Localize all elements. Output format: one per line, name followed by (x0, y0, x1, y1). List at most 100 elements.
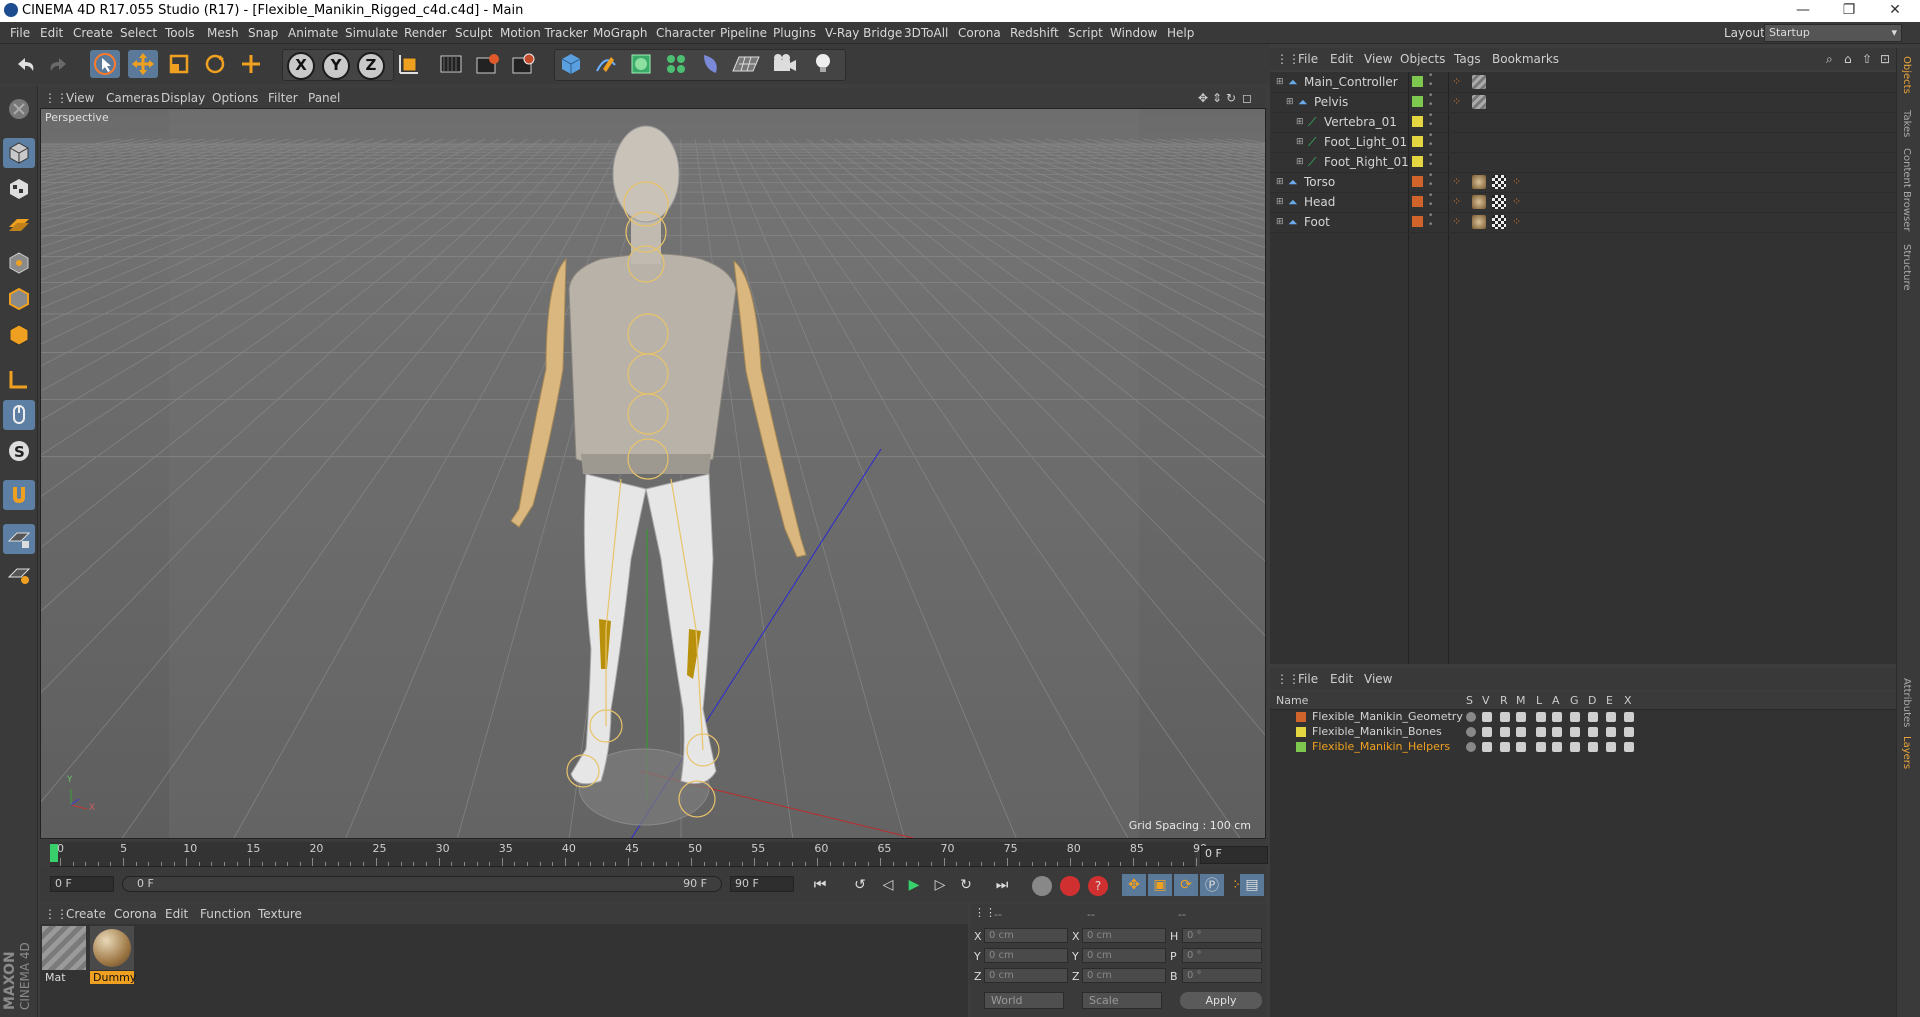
visibility-dots-icon[interactable]: • • (1428, 132, 1433, 150)
texture-tag-icon[interactable] (1472, 175, 1486, 189)
deformer-icon[interactable] (696, 50, 726, 78)
layer-color-swatch[interactable] (1412, 76, 1423, 87)
om-menu-tags[interactable]: Tags (1454, 52, 1481, 66)
viewport-rotate-icon[interactable]: ↻ (1226, 91, 1236, 105)
render-view-icon[interactable] (436, 50, 466, 78)
key-rotation-icon[interactable]: ⟳ (1174, 874, 1198, 896)
ik-tag-icon[interactable]: ⁘ (1512, 175, 1526, 189)
tab-objects[interactable]: Objects (1901, 56, 1912, 94)
animation-toggle-icon[interactable] (1552, 727, 1562, 737)
layer-color-swatch[interactable] (1412, 176, 1423, 187)
solo-toggle-icon[interactable] (1466, 742, 1476, 752)
menu-edit[interactable]: Edit (40, 26, 63, 40)
layer-row[interactable]: Flexible_Manikin_Helpers (1270, 740, 1896, 755)
xref-toggle-icon[interactable] (1624, 712, 1634, 722)
key-parameter-icon[interactable]: Ⓟ (1200, 874, 1224, 896)
layout-select[interactable]: Startup ▾ (1764, 24, 1902, 42)
tab-structure[interactable]: Structure (1901, 244, 1912, 291)
xref-toggle-icon[interactable] (1624, 742, 1634, 752)
lock-icon[interactable] (1536, 742, 1546, 752)
layer-row[interactable]: Flexible_Manikin_Bones (1270, 725, 1896, 740)
menu-file[interactable]: File (10, 26, 30, 40)
timeline-ruler[interactable]: 051015202530354045505560657075808590 0 F (40, 840, 1268, 868)
viewport-dolly-icon[interactable]: ⇕ (1212, 91, 1222, 105)
workplane-snap-icon[interactable] (3, 560, 35, 590)
camera-icon[interactable] (770, 50, 800, 78)
go-to-start-icon[interactable]: ⏮ (808, 874, 832, 896)
expand-toggle-icon[interactable]: ⊞ (1276, 177, 1284, 187)
render-toggle-icon[interactable] (1500, 712, 1510, 722)
start-frame-field[interactable]: 0 F (50, 876, 114, 892)
light-icon[interactable] (808, 50, 838, 78)
om-search-icon[interactable]: ⌕ (1826, 52, 1833, 67)
texture-tag-icon[interactable] (1472, 195, 1486, 209)
deformers-toggle-icon[interactable] (1588, 727, 1598, 737)
key-position-icon[interactable]: ✥ (1122, 874, 1146, 896)
solo-toggle-icon[interactable] (1466, 727, 1476, 737)
tab-layers[interactable]: Layers (1901, 736, 1912, 769)
move-icon[interactable] (128, 50, 158, 78)
menu-simulate[interactable]: Simulate (345, 26, 398, 40)
select-arrow-icon[interactable] (90, 50, 120, 78)
rotate-icon[interactable] (200, 50, 230, 78)
expand-toggle-icon[interactable]: ⊞ (1296, 137, 1304, 147)
frame-range-slider[interactable]: 0 F 90 F (122, 876, 722, 892)
world-coordinates-icon[interactable] (394, 50, 424, 78)
view-eye-icon[interactable] (1482, 712, 1492, 722)
layer-color-swatch[interactable] (1412, 196, 1423, 207)
menu-sculpt[interactable]: Sculpt (455, 26, 492, 40)
material-menu-function[interactable]: Function (200, 907, 251, 921)
deformers-toggle-icon[interactable] (1588, 712, 1598, 722)
menu-snap[interactable]: Snap (248, 26, 278, 40)
expand-toggle-icon[interactable]: ⊞ (1296, 117, 1304, 127)
tab-takes[interactable]: Takes (1901, 110, 1912, 137)
om-menu-bookmarks[interactable]: Bookmarks (1492, 52, 1559, 66)
polygons-mode-icon[interactable] (3, 320, 35, 350)
weight-tag-icon[interactable] (1492, 195, 1506, 209)
make-editable-icon[interactable] (3, 94, 35, 124)
om-new-view-icon[interactable]: ⊡ (1880, 52, 1890, 66)
viewport-menu-filter[interactable]: Filter (268, 91, 298, 105)
record-active-objects-icon[interactable] (1060, 876, 1080, 896)
ik-tag-icon[interactable]: ⁘ (1452, 75, 1466, 89)
view-eye-icon[interactable] (1482, 727, 1492, 737)
pen-spline-icon[interactable] (591, 50, 621, 78)
go-to-end-icon[interactable]: ⏭ (990, 874, 1014, 896)
edges-mode-icon[interactable] (3, 284, 35, 314)
menu-vray-bridge[interactable]: V-Ray Bridge (825, 26, 902, 40)
coords-size-x-field[interactable]: 0 cm (1082, 928, 1166, 943)
coords-mode-select[interactable]: World (984, 992, 1064, 1009)
floor-icon[interactable] (731, 50, 761, 78)
deformers-toggle-icon[interactable] (1588, 742, 1598, 752)
viewport-maximize-icon[interactable]: ◻ (1242, 91, 1252, 105)
viewport-menu-panel[interactable]: Panel (308, 91, 340, 105)
material-menu-create[interactable]: Create (66, 907, 106, 921)
layer-color-swatch[interactable] (1296, 712, 1306, 722)
redo-icon[interactable] (44, 50, 74, 78)
material-menu-texture[interactable]: Texture (258, 907, 302, 921)
manager-toggle-icon[interactable] (1516, 742, 1526, 752)
menu-script[interactable]: Script (1068, 26, 1103, 40)
texture-mode-icon[interactable] (3, 174, 35, 204)
expand-toggle-icon[interactable]: ⊞ (1276, 197, 1284, 207)
menu-character[interactable]: Character (656, 26, 715, 40)
viewport-menu-display[interactable]: Display (161, 91, 205, 105)
menu-create[interactable]: Create (73, 26, 113, 40)
grid-lock-icon[interactable] (3, 524, 35, 554)
object-row[interactable]: ⊞ ⏶ Main_Controller • • ⁘ (1270, 72, 1896, 93)
end-frame-field[interactable]: 90 F (730, 876, 794, 892)
protection-tag-icon[interactable]: ⁘ (1452, 195, 1466, 209)
layer-color-swatch[interactable] (1412, 136, 1423, 147)
menu-window[interactable]: Window (1110, 26, 1157, 40)
protection-tag-icon[interactable]: ⁘ (1452, 175, 1466, 189)
coords-rot-p-field[interactable]: 0 ° (1182, 948, 1262, 963)
layer-row[interactable]: Flexible_Manikin_Geometry (1270, 710, 1896, 725)
perspective-viewport[interactable]: Y X Perspective Grid Spacing : 100 cm (40, 108, 1266, 839)
material-menu-corona[interactable]: Corona (114, 907, 157, 921)
visibility-dots-icon[interactable]: • • (1428, 152, 1433, 170)
object-row[interactable]: ⊞ ⟋ Foot_Right_01 • • (1270, 152, 1896, 173)
visibility-dots-icon[interactable]: • • (1428, 72, 1433, 90)
render-picture-viewer-icon[interactable] (472, 50, 502, 78)
scale-icon[interactable] (164, 50, 194, 78)
texture-tag-icon[interactable] (1472, 75, 1486, 89)
